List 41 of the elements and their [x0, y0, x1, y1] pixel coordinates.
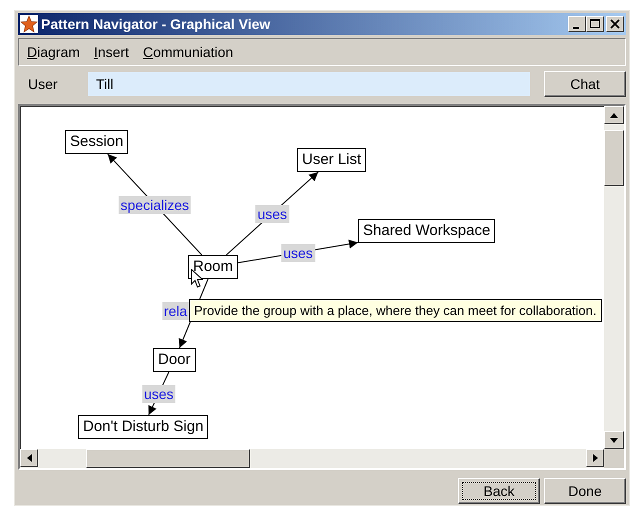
scroll-left-button[interactable] [20, 449, 38, 467]
relation-label[interactable]: uses [142, 384, 176, 402]
vertical-scrollbar[interactable] [604, 106, 624, 449]
menu-item[interactable]: Communiation [142, 44, 234, 60]
menu-item[interactable]: Diagram [27, 44, 80, 60]
minimize-icon [573, 26, 579, 28]
pattern-node[interactable]: Room [188, 255, 238, 279]
user-field[interactable]: Till [88, 72, 530, 96]
scroll-thumb[interactable] [86, 449, 250, 468]
menu-item[interactable]: Insert [94, 44, 129, 60]
up-arrow-icon [610, 112, 618, 118]
pattern-node[interactable]: User List [297, 148, 366, 172]
tooltip: Provide the group with a place, where they can meet for collaboration. [189, 299, 602, 322]
user-label: User [27, 76, 59, 92]
close-button[interactable] [606, 16, 624, 32]
scroll-right-button[interactable] [586, 449, 604, 467]
horizontal-scrollbar[interactable] [20, 449, 604, 468]
pattern-node[interactable]: Door [153, 348, 196, 372]
close-icon [610, 19, 620, 29]
pattern-node[interactable]: Shared Workspace [358, 219, 496, 243]
relation-label[interactable]: uses [281, 244, 315, 262]
scroll-down-button[interactable] [604, 431, 624, 449]
star-icon [20, 15, 38, 33]
relation-label[interactable]: rela [162, 302, 190, 320]
relation-label[interactable]: specializes [118, 196, 191, 214]
pattern-node[interactable]: Don't Disturb Sign [78, 415, 208, 439]
relation-label[interactable]: uses [255, 204, 290, 222]
maximize-button[interactable] [586, 16, 604, 32]
scroll-thumb[interactable] [604, 130, 624, 186]
scrollbar-corner [604, 449, 624, 468]
left-arrow-icon [26, 454, 32, 462]
minimize-button[interactable] [568, 16, 586, 32]
window-title: Pattern Navigator - Graphical View [41, 16, 272, 32]
dialog-button[interactable]: Back [458, 478, 540, 504]
dialog-button[interactable]: Done [544, 478, 626, 504]
scroll-up-button[interactable] [604, 106, 624, 124]
pattern-node[interactable]: Session [65, 130, 128, 154]
maximize-icon [590, 19, 600, 29]
right-arrow-icon [592, 454, 598, 462]
chat-button[interactable]: Chat [544, 71, 626, 97]
down-arrow-icon [610, 438, 618, 442]
